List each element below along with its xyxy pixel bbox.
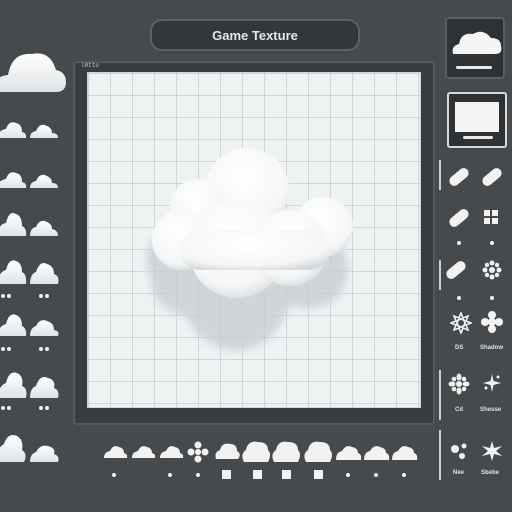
bottom-flower-tool[interactable]	[187, 441, 209, 463]
bottom-cloud-tool-10[interactable]	[392, 446, 418, 460]
right-divider-3	[439, 370, 441, 420]
right-divider-1	[439, 160, 441, 190]
layer-preview-image	[455, 102, 499, 132]
flower-icon[interactable]	[482, 260, 502, 280]
left-tool-panel	[0, 40, 66, 510]
bottom-cloud-tool-4[interactable]	[215, 443, 240, 459]
flower-icon[interactable]	[481, 311, 503, 333]
thumbnail-caption-bar	[456, 66, 492, 69]
bottom-cloud-tool-3[interactable]	[160, 446, 184, 458]
indicator-dot	[490, 241, 494, 245]
bottom-cloud-tool-5[interactable]	[242, 441, 270, 462]
dot-indicators-1	[1, 294, 49, 298]
label-nee: Nee	[453, 470, 465, 476]
bottom-toolbar	[100, 432, 420, 482]
cloud-tool-row-1[interactable]	[0, 122, 58, 138]
thumbnail-cloud-icon	[449, 24, 505, 58]
cloud-tool-row-3[interactable]	[0, 213, 58, 236]
label-shesse: Shesse	[480, 407, 502, 413]
indicator-dot	[490, 296, 494, 300]
bottom-cloud-tool-1[interactable]	[104, 446, 128, 458]
cloud-tool-row-6[interactable]	[0, 372, 59, 398]
burst-icon[interactable]	[481, 440, 503, 462]
pill-icon[interactable]	[480, 166, 504, 188]
label-shadow: Shadow	[480, 345, 504, 351]
canvas-label: l0tto	[81, 62, 100, 69]
cloud-texture-preview[interactable]	[140, 145, 365, 360]
dot-indicators-3	[1, 406, 49, 410]
indicator-dot	[457, 241, 461, 245]
pill-icon[interactable]	[447, 207, 471, 229]
right-divider-4	[439, 430, 441, 480]
bottom-cloud-tool-8[interactable]	[336, 446, 362, 460]
cloud-tool-row-4[interactable]	[0, 260, 59, 284]
splash-icon[interactable]	[448, 440, 470, 462]
right-divider-2	[439, 260, 441, 290]
window-grid-icon[interactable]	[484, 210, 498, 224]
pill-icon[interactable]	[444, 259, 468, 281]
cloud-tool-row-7[interactable]	[0, 435, 59, 462]
label-ds: DS	[455, 345, 464, 351]
bottom-cloud-tool-2[interactable]	[132, 446, 156, 458]
cloud-tool-row-2[interactable]	[0, 172, 58, 188]
pill-icon[interactable]	[447, 166, 471, 188]
cloud-tool-row-5[interactable]	[0, 314, 59, 336]
layer-preview-bar	[463, 136, 493, 139]
label-cd: Cd	[455, 407, 463, 413]
cloud-tool-large[interactable]	[0, 53, 66, 92]
bottom-cloud-tool-7[interactable]	[304, 441, 332, 462]
label-sbebe: Sbebe	[481, 470, 500, 476]
page-title: Game Texture	[150, 19, 360, 51]
burst-icon[interactable]	[482, 373, 502, 393]
bottom-cloud-tool-6[interactable]	[272, 441, 300, 462]
gear-flower-icon[interactable]	[450, 312, 472, 334]
indicator-dot	[457, 296, 461, 300]
bottom-cloud-tool-9[interactable]	[364, 446, 390, 460]
gear-flower-icon[interactable]	[448, 373, 470, 395]
dot-indicators-2	[1, 347, 49, 351]
